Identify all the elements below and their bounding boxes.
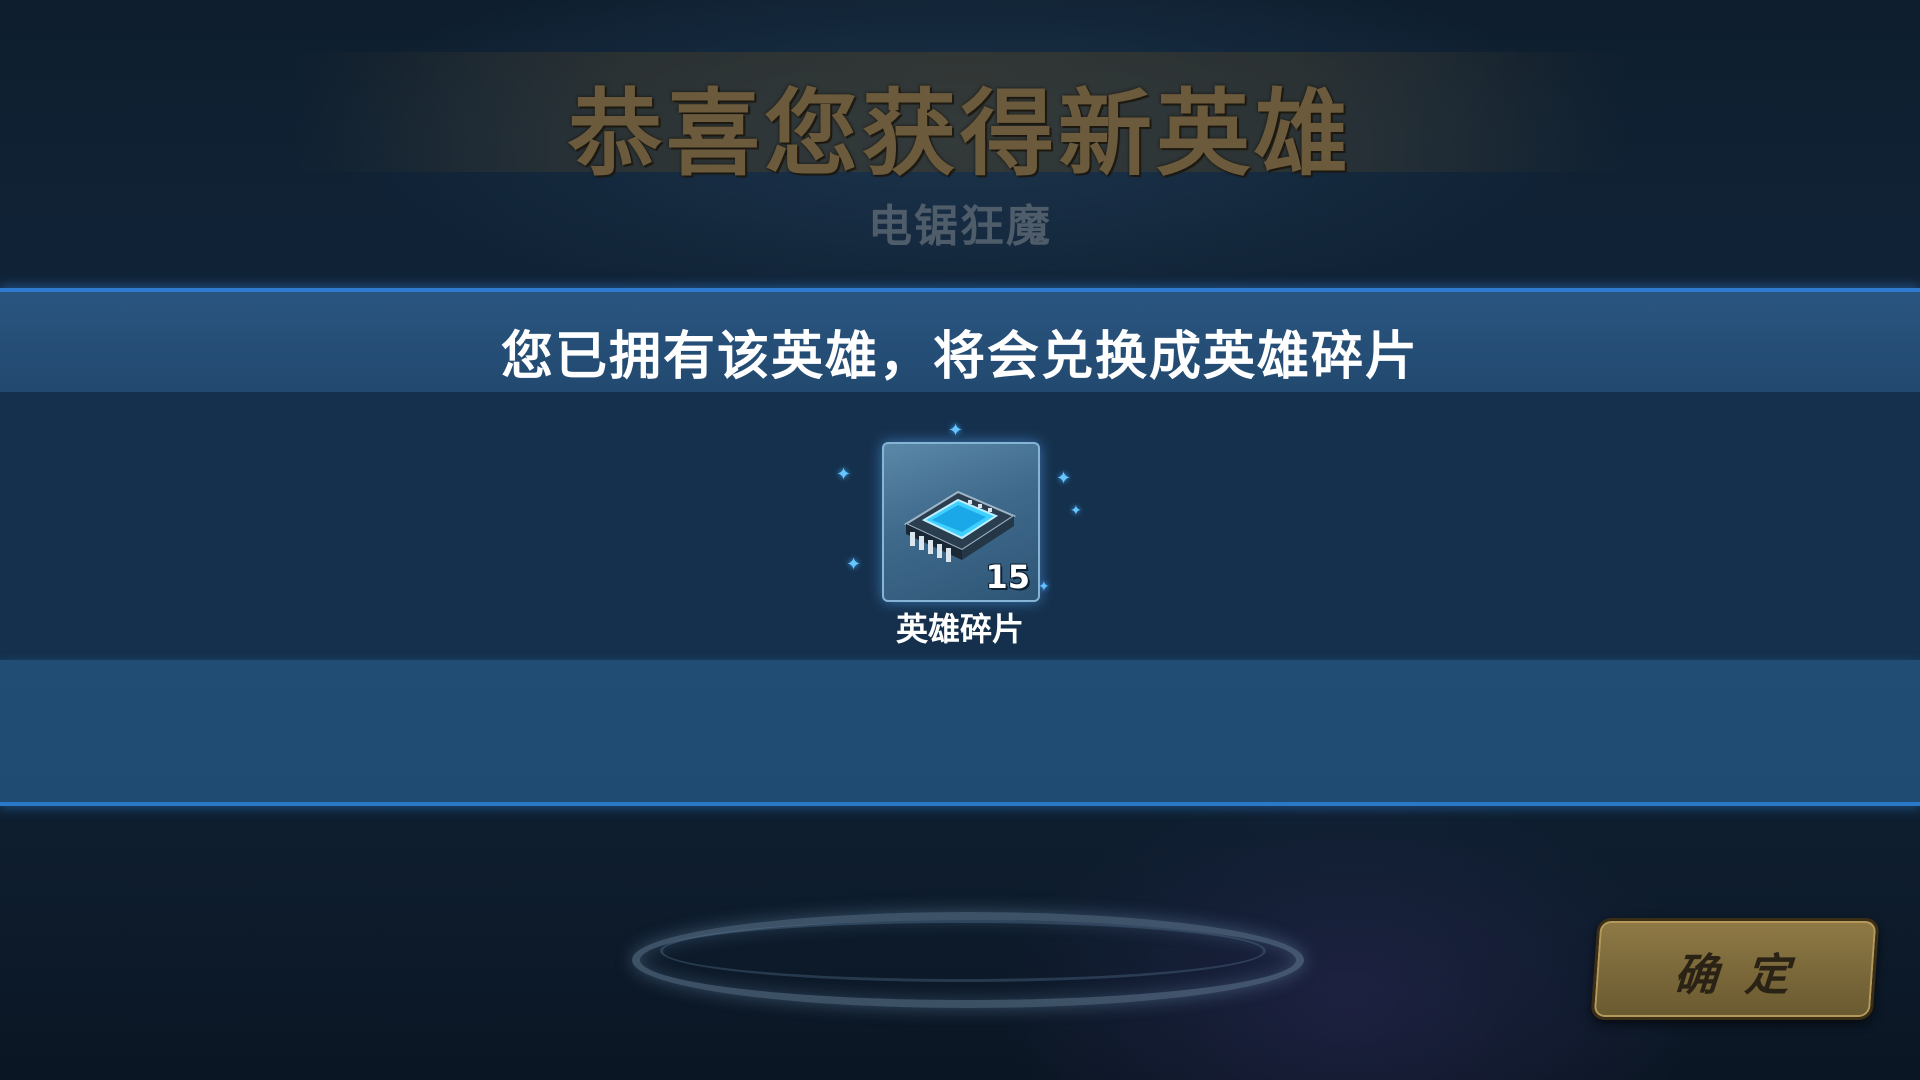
notice-bar: 您已拥有该英雄，将会兑换成英雄碎片 [0,288,1920,392]
sparkle-icon: ✦ [836,464,852,485]
confirm-button[interactable]: 确 定 [1590,918,1880,1020]
lower-band [0,660,1920,806]
notice-text: 您已拥有该英雄，将会兑换成英雄碎片 [500,327,1419,387]
reward-dialog: 恭喜您获得新英雄 电锯狂魔 您已拥有该英雄，将会兑换成英雄碎片 ✦ ✦ ✦ ✦ … [0,0,1920,1080]
sparkle-icon: ✦ [1070,503,1082,519]
item-count: 15 [985,558,1030,596]
hero-name: 电锯狂魔 [868,201,1052,252]
sparkle-icon: ✦ [846,554,862,575]
sparkle-icon: ✦ [1056,468,1072,489]
hero-platform-inner [660,920,1266,982]
page-title: 恭喜您获得新英雄 [567,80,1352,189]
reward-item[interactable]: 15 [882,442,1040,602]
confirm-label: 确 定 [1672,950,1797,1001]
sparkle-icon: ✦ [948,420,964,441]
item-label: 英雄碎片 [895,610,1024,648]
